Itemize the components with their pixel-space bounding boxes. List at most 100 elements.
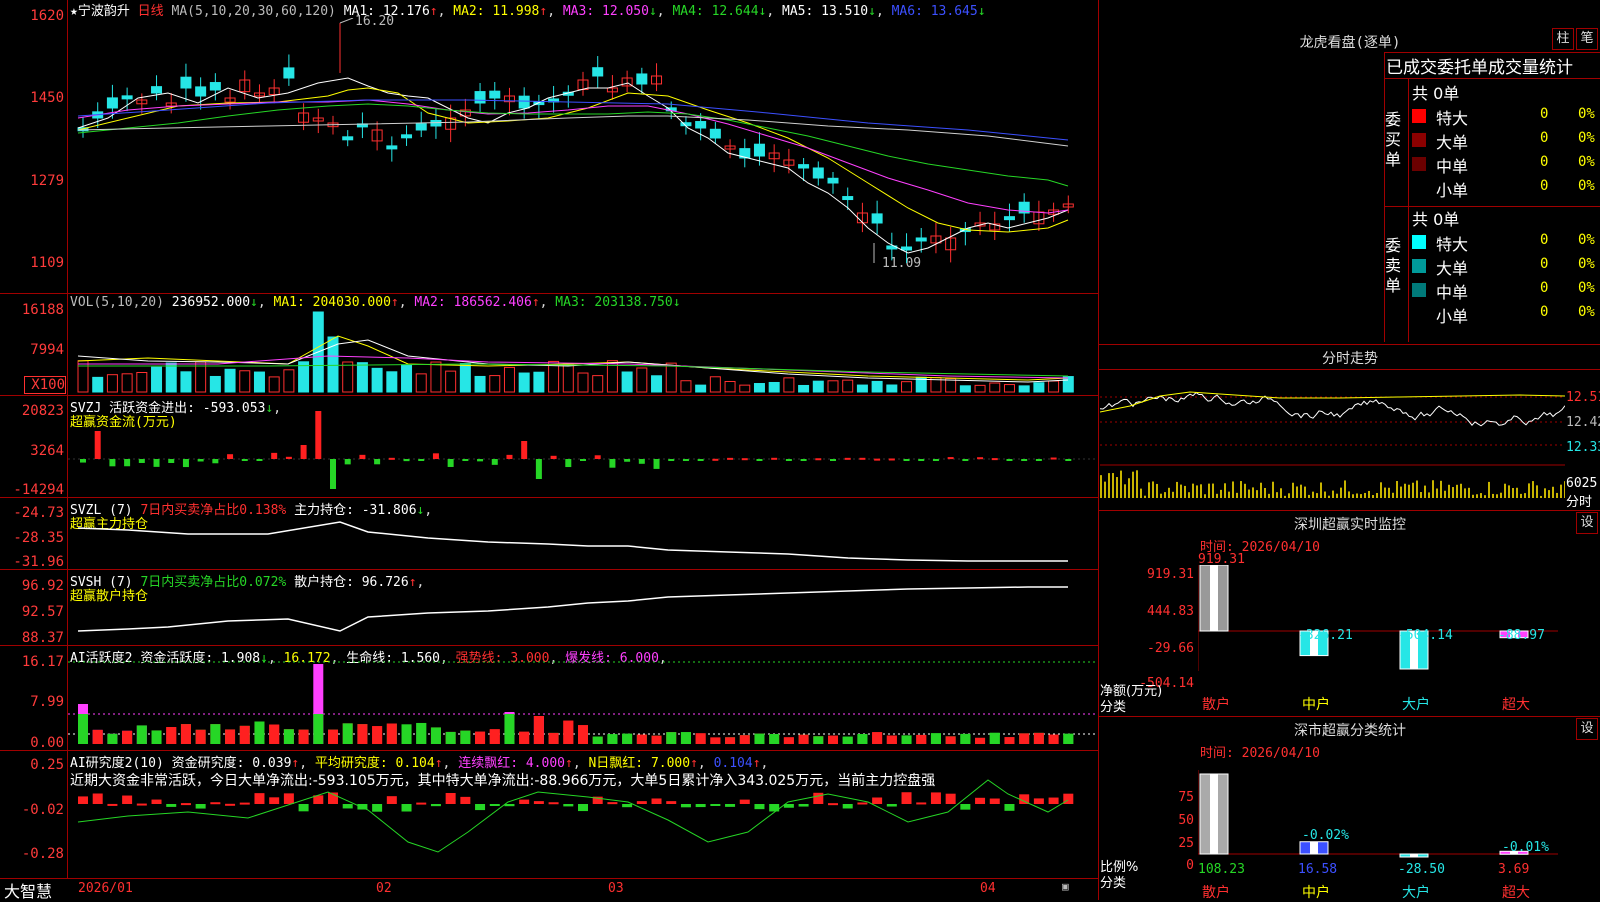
activity-base-bar <box>798 734 809 744</box>
order-size-label: 特大 <box>1436 235 1469 254</box>
vol-axis-label: 16188 <box>21 302 64 318</box>
intraday-volume-bar <box>1296 486 1298 498</box>
axis-label: 50 <box>1178 813 1194 828</box>
fundflow-bar <box>550 455 557 459</box>
activity-base-bar <box>533 716 544 744</box>
stock-name[interactable]: ★宁波韵升 <box>70 4 130 19</box>
order-percent: 0% <box>1578 256 1595 272</box>
activity-base-bar <box>151 730 162 744</box>
ai2-axis-label: -0.02 <box>21 802 64 818</box>
category-value: -88.97 <box>1498 628 1545 643</box>
intraday-volume-bar <box>1444 490 1446 498</box>
candle-body <box>695 121 707 129</box>
activity-base-bar <box>78 714 88 744</box>
order-percent: 0% <box>1578 106 1595 122</box>
fundflow-bar <box>947 457 954 460</box>
research-bar <box>401 804 412 812</box>
intraday-volume-bar <box>1360 494 1362 498</box>
intraday-volume-bar <box>1536 485 1538 498</box>
ai1-axis-label: 16.17 <box>21 654 64 670</box>
research-bar <box>975 797 986 804</box>
order-size-swatch <box>1412 133 1426 147</box>
research-bar <box>828 803 838 806</box>
category-value: 919.31 <box>1198 552 1245 567</box>
volume-bar <box>533 371 545 393</box>
candle-body <box>842 196 854 201</box>
volume-bar <box>121 373 133 393</box>
activity-base-bar <box>416 722 427 744</box>
order-size-label: 中单 <box>1436 157 1469 176</box>
activity-base-bar <box>254 721 265 744</box>
fundflow-bar <box>1050 457 1057 460</box>
intraday-volume-bar <box>1356 493 1358 498</box>
order-total: 共 0单 <box>1412 84 1460 103</box>
order-count: 0 <box>1540 304 1549 320</box>
candle-body <box>474 91 486 104</box>
lock-icon[interactable]: ▣ <box>1062 880 1069 893</box>
activity-base-bar <box>239 725 250 744</box>
column-mode-button[interactable]: 柱 <box>1552 28 1574 50</box>
volume-bar <box>665 362 677 393</box>
research-bar <box>107 803 118 806</box>
fundflow-bar <box>1035 459 1042 461</box>
research-bar <box>269 797 280 804</box>
intraday-volume-bar <box>1404 483 1406 498</box>
tick-mode-button[interactable]: 笔 <box>1576 28 1598 50</box>
intraday-volume-bar <box>1472 494 1474 498</box>
research-bar <box>283 793 294 804</box>
axis-label: 0 <box>1186 858 1194 873</box>
activity-base-bar <box>313 714 324 744</box>
activity-base-bar <box>857 734 868 744</box>
ai2-chart <box>77 779 1074 853</box>
volume-bar <box>753 383 765 393</box>
intraday-volume-bar <box>1528 483 1530 498</box>
volume-bar <box>401 364 413 393</box>
fundflow-bar <box>668 459 675 461</box>
fundflow-bar <box>315 411 322 459</box>
fundflow-bar <box>197 459 204 462</box>
volume-bar <box>959 385 971 393</box>
pane-divider <box>0 750 1098 751</box>
pane-divider <box>0 497 1098 498</box>
intraday-volume-bar <box>1116 477 1118 498</box>
intraday-chart[interactable] <box>1100 370 1565 508</box>
research-bar <box>445 792 456 804</box>
volume-bar <box>577 372 589 393</box>
classstat-title: 深市超赢分类统计 <box>1294 723 1406 739</box>
fundflow-bar <box>432 453 439 459</box>
research-bar <box>622 804 633 808</box>
fundflow-bar <box>815 458 822 461</box>
monitor-settings-button[interactable]: 设 <box>1576 512 1598 534</box>
price-axis-label: 1109 <box>30 255 64 271</box>
intraday-volume-bar <box>1520 493 1522 498</box>
activity-base-bar <box>930 733 941 744</box>
intraday-volume-bar <box>1268 493 1270 498</box>
chart-area[interactable]: ★宁波韵升 日线 MA(5,10,20,30,60,120) MA1: 12.1… <box>0 0 1098 901</box>
volume-bar <box>77 360 89 393</box>
fundflow-bar <box>624 459 631 462</box>
candle-body <box>518 95 530 109</box>
svsh-axis-label: 96.92 <box>21 578 64 594</box>
category-bar <box>1199 773 1229 855</box>
fundflow-bar <box>491 459 498 465</box>
activity-base-bar <box>328 729 338 744</box>
candle-body <box>1003 216 1015 221</box>
candle-body <box>415 123 427 131</box>
intraday-volume-bar <box>1216 493 1218 498</box>
intraday-volume-bar <box>1212 483 1214 498</box>
classstat-settings-button[interactable]: 设 <box>1576 718 1598 740</box>
research-bar <box>798 804 809 807</box>
intraday-volume-bar <box>1464 488 1466 498</box>
intraday-volume-bar <box>1308 494 1310 498</box>
intraday-volume-bar <box>1440 480 1442 498</box>
date-axis-label: 03 <box>608 881 624 896</box>
volume-bar <box>739 384 751 393</box>
volume-bar <box>283 369 295 393</box>
activity-base-bar <box>622 733 633 744</box>
fundflow-bar <box>903 459 910 461</box>
period-label[interactable]: 日线 <box>138 4 164 19</box>
date-axis-label: 2026/01 <box>78 881 133 896</box>
ma-label: MA(5,10,20,30,60,120) <box>171 4 336 19</box>
activity-base-bar <box>1004 737 1015 744</box>
fundflow-bar <box>785 459 792 461</box>
